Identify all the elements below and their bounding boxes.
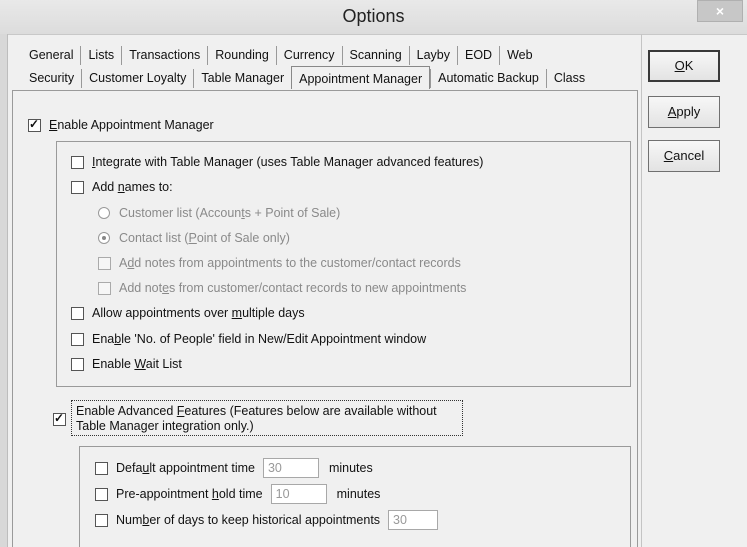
- notes-from-records-option[interactable]: Add notes from customer/contact records …: [98, 281, 466, 295]
- tab-transactions[interactable]: Transactions: [121, 46, 208, 65]
- enable-appointment-manager-option[interactable]: Enable Appointment Manager: [28, 118, 214, 132]
- tab-scanning[interactable]: Scanning: [341, 46, 409, 65]
- wait-list-label: Enable Wait List: [92, 357, 182, 371]
- advanced-features-checkbox[interactable]: [53, 413, 66, 426]
- hold-time-unit: minutes: [336, 487, 381, 501]
- notes-from-records-label: Add notes from customer/contact records …: [119, 281, 467, 295]
- customer-list-option[interactable]: Customer list (Accounts + Point of Sale): [98, 206, 340, 220]
- close-icon[interactable]: ×: [716, 3, 724, 19]
- title-bar: Options ×: [0, 0, 747, 35]
- cancel-button[interactable]: Cancel: [648, 140, 720, 172]
- sidebar-separator: [641, 34, 642, 547]
- contact-list-radio[interactable]: [98, 232, 110, 244]
- multi-days-option[interactable]: Allow appointments over multiple days: [71, 306, 305, 320]
- tab-table-manager[interactable]: Table Manager: [193, 69, 292, 88]
- no-people-option[interactable]: Enable 'No. of People' field in New/Edit…: [71, 332, 426, 346]
- ok-button[interactable]: OK: [648, 50, 720, 82]
- contact-list-label: Contact list (Point of Sale only): [119, 231, 290, 245]
- tab-layby[interactable]: Layby: [408, 46, 457, 65]
- add-names-option[interactable]: Add names to:: [71, 180, 173, 194]
- hold-time-checkbox[interactable]: [95, 487, 108, 501]
- tab-class[interactable]: Class: [545, 69, 593, 88]
- tab-rounding[interactable]: Rounding: [207, 46, 276, 65]
- enable-appointment-manager-checkbox[interactable]: [28, 118, 41, 132]
- notes-to-records-option[interactable]: Add notes from appointments to the custo…: [98, 256, 461, 270]
- tab-lists[interactable]: Lists: [80, 46, 122, 65]
- close-button[interactable]: ×: [697, 0, 743, 22]
- tab-web[interactable]: Web: [499, 46, 540, 65]
- cancel-label-accel: C: [663, 148, 674, 163]
- default-time-label: Default appointment time: [116, 461, 255, 475]
- integrate-label: Integrate with Table Manager (uses Table…: [92, 155, 484, 169]
- integrate-checkbox[interactable]: [71, 155, 84, 169]
- add-names-label: Add names to:: [92, 180, 173, 194]
- customer-list-label: Customer list (Accounts + Point of Sale): [119, 206, 341, 220]
- default-time-checkbox[interactable]: [95, 461, 108, 475]
- window-left-edge: [0, 34, 8, 547]
- tab-currency[interactable]: Currency: [275, 46, 342, 65]
- history-days-option[interactable]: Number of days to keep historical appoin…: [95, 510, 448, 530]
- default-time-option[interactable]: Default appointment time minutes: [95, 458, 373, 478]
- tab-security[interactable]: Security: [22, 69, 82, 88]
- notes-to-records-label: Add notes from appointments to the custo…: [119, 256, 461, 270]
- tab-eod[interactable]: EOD: [457, 46, 500, 65]
- ok-label-post: K: [684, 58, 694, 73]
- ok-label-accel: O: [674, 58, 685, 73]
- hold-time-option[interactable]: Pre-appointment hold time minutes: [95, 484, 380, 504]
- default-time-unit: minutes: [328, 461, 373, 475]
- multi-days-checkbox[interactable]: [71, 306, 84, 320]
- apply-button[interactable]: Apply: [648, 96, 720, 128]
- hold-time-label: Pre-appointment hold time: [116, 487, 263, 501]
- enable-appointment-manager-label: Enable Appointment Manager: [49, 118, 214, 132]
- default-time-input[interactable]: [262, 458, 319, 478]
- wait-list-checkbox[interactable]: [71, 357, 84, 371]
- multi-days-label: Allow appointments over multiple days: [92, 306, 305, 320]
- wait-list-option[interactable]: Enable Wait List: [71, 357, 182, 371]
- notes-from-records-checkbox[interactable]: [98, 281, 111, 295]
- hold-time-input[interactable]: [270, 484, 327, 504]
- tab-general[interactable]: General: [22, 46, 81, 65]
- history-days-label: Number of days to keep historical appoin…: [116, 513, 381, 527]
- integrate-option[interactable]: Integrate with Table Manager (uses Table…: [71, 155, 483, 169]
- add-names-checkbox[interactable]: [71, 180, 84, 194]
- tab-customer-loyalty[interactable]: Customer Loyalty: [81, 69, 194, 88]
- advanced-features-line-1: Enable Advanced Features (Features below…: [76, 404, 437, 418]
- apply-label-post: pply: [676, 104, 701, 119]
- notes-to-records-checkbox[interactable]: [98, 256, 111, 270]
- tab-row-1: General Lists Transactions Rounding Curr…: [22, 46, 540, 66]
- tab-automatic-backup[interactable]: Automatic Backup: [430, 69, 546, 88]
- no-people-label: Enable 'No. of People' field in New/Edit…: [92, 332, 427, 346]
- history-days-input[interactable]: [388, 510, 439, 530]
- window-title: Options: [342, 6, 405, 26]
- history-days-checkbox[interactable]: [95, 513, 108, 527]
- tab-row-2: Security Customer Loyalty Table Manager …: [22, 66, 593, 91]
- no-people-checkbox[interactable]: [71, 332, 84, 346]
- advanced-features-line-2: Table Manager integration only.): [76, 419, 254, 433]
- tab-appointment-manager[interactable]: Appointment Manager: [291, 66, 431, 89]
- cancel-label-post: ancel: [673, 148, 705, 163]
- contact-list-option[interactable]: Contact list (Point of Sale only): [98, 231, 290, 245]
- customer-list-radio[interactable]: [98, 207, 110, 219]
- advanced-features-label[interactable]: Enable Advanced Features (Features below…: [76, 404, 437, 434]
